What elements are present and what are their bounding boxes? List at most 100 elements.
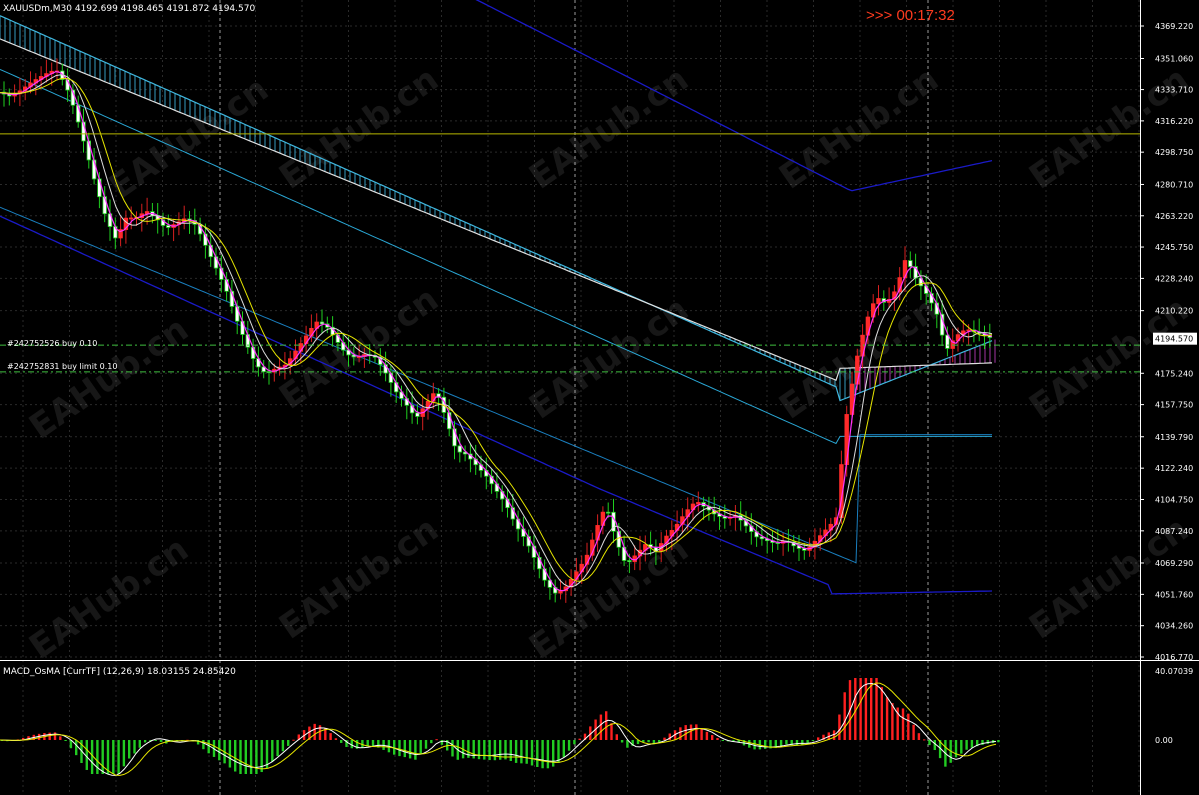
macd-histogram-bar [546, 740, 550, 769]
macd-histogram-bar [647, 740, 650, 743]
watermark-text: EAHub.cn [272, 509, 446, 647]
macd-histogram-bar [101, 740, 104, 774]
macd-histogram-bar [695, 724, 698, 740]
macd-histogram-bar [933, 740, 936, 751]
candle [319, 321, 325, 325]
watermark-text: EAHub.cn [522, 529, 696, 667]
watermark-text: EAHub.cn [522, 59, 696, 197]
watermark-text: EAHub.cn [1022, 59, 1196, 197]
macd-histogram-bar [923, 739, 926, 741]
order-label-2[interactable]: #242752831 buy limit 0.10 [7, 362, 117, 371]
macd-histogram-bar [536, 740, 539, 767]
candle [166, 225, 171, 228]
price-tick-label: 4122.240 [1155, 464, 1193, 473]
macd-histogram-bar [59, 736, 62, 740]
macd-histogram-bar [435, 739, 438, 741]
candle [606, 511, 611, 514]
macd-histogram-bar [509, 740, 512, 761]
price-tick-label: 4175.240 [1155, 369, 1193, 378]
candle [457, 445, 462, 453]
order-label-1[interactable]: #242752526 buy 0.10 [7, 339, 97, 348]
macd-histogram-bar [424, 740, 428, 749]
watermark-text: EAHub.cn [522, 289, 696, 427]
macd-histogram-bar [663, 737, 666, 740]
macd-histogram-bar [605, 711, 608, 740]
macd-histogram-bar [965, 740, 968, 750]
macd-tick-label: 0.00 [1155, 736, 1173, 745]
macd-histogram-bar [525, 740, 528, 764]
macd-histogram-bar [689, 724, 693, 740]
macd-histogram-bar [912, 724, 915, 740]
macd-histogram-bar [414, 740, 417, 760]
price-tick-label: 4069.290 [1155, 559, 1193, 568]
price-tick-label: 4351.060 [1155, 55, 1193, 64]
macd-histogram-bar [541, 740, 544, 769]
macd-histogram-bar [562, 740, 565, 758]
price-tick-label: 4245.750 [1155, 243, 1193, 252]
macd-histogram-bar [419, 740, 422, 755]
macd-histogram-bar [430, 740, 433, 744]
candle-countdown: >>> 00:17:32 [866, 7, 955, 24]
price-tick-label: 4210.220 [1155, 307, 1193, 316]
macd-histogram-bar [700, 728, 703, 740]
macd-histogram-bar [159, 740, 163, 743]
macd-histogram-bar [901, 708, 905, 740]
price-tick-label: 4333.710 [1155, 86, 1193, 95]
macd-histogram-bar [64, 740, 67, 741]
macd-histogram-bar [106, 740, 110, 774]
price-tick-label: 4051.760 [1155, 590, 1193, 599]
price-tick-label: 4139.790 [1155, 433, 1193, 442]
macd-histogram-bar [573, 740, 576, 745]
macd-histogram-bar [292, 739, 295, 741]
macd-histogram-bar [885, 697, 889, 740]
macd-histogram-bar [234, 740, 237, 772]
macd-line [0, 682, 997, 776]
macd-tick-label: 40.07039 [1155, 667, 1193, 676]
macd-histogram-bar [620, 740, 624, 743]
price-tick-label: 4228.240 [1155, 274, 1193, 283]
macd-histogram-bar [133, 740, 136, 754]
macd-histogram-bar [329, 733, 332, 740]
macd-histogram-bar [128, 740, 131, 759]
macd-histogram-bar [75, 740, 78, 756]
macd-histogram-bar [249, 740, 253, 774]
macd-histogram-bar [398, 740, 401, 757]
chart-window[interactable]: EAHub.cn EAHub.cn EAHub.cn EAHub.cn EAHub.cn… [0, 0, 1199, 795]
macd-histogram-bar [334, 738, 338, 740]
candle [855, 355, 860, 385]
macd-histogram-bar [764, 740, 767, 749]
macd-histogram-bar [779, 740, 783, 747]
macd-histogram-bar [716, 738, 719, 740]
macd-histogram-bar [514, 740, 518, 763]
macd-histogram-bar [567, 740, 571, 751]
price-tick-label: 4316.220 [1155, 117, 1193, 126]
macd-histogram-bar [287, 740, 290, 746]
macd-histogram-bar [154, 740, 157, 741]
macd-histogram-bar [838, 714, 841, 740]
macd-panel-title: MACD_OsMA [CurrTF] (12,26,9) 18.03155 24… [3, 667, 236, 677]
macd-histogram-bar [143, 740, 147, 743]
candle [908, 260, 913, 267]
macd-histogram-bar [711, 735, 714, 740]
macd-histogram-bar [53, 732, 57, 740]
macd-histogram-bar [281, 740, 285, 752]
macd-histogram-bar [403, 740, 406, 758]
macd-histogram-bar [408, 740, 412, 759]
macd-histogram-bar [90, 740, 94, 774]
candle [696, 502, 701, 505]
macd-histogram-bar [202, 740, 205, 750]
macd-histogram-bar [440, 740, 444, 745]
symbol-header: XAUUSDm,M30 4192.699 4198.465 4191.872 4… [3, 4, 256, 14]
candle [415, 412, 420, 417]
current-price-label: 4194.570 [1155, 335, 1193, 344]
macd-histogram-bar [880, 687, 883, 740]
macd-histogram-bar [228, 740, 232, 768]
macd-histogram-bar [340, 740, 343, 743]
watermark-text: EAHub.cn [22, 529, 196, 667]
macd-histogram-bar [138, 740, 141, 748]
macd-histogram-bar [488, 740, 491, 761]
watermark-text: EAHub.cn [272, 59, 446, 197]
price-tick-label: 4034.260 [1155, 622, 1193, 631]
macd-histogram-bar [970, 740, 974, 748]
macd-histogram-bar [218, 740, 221, 761]
